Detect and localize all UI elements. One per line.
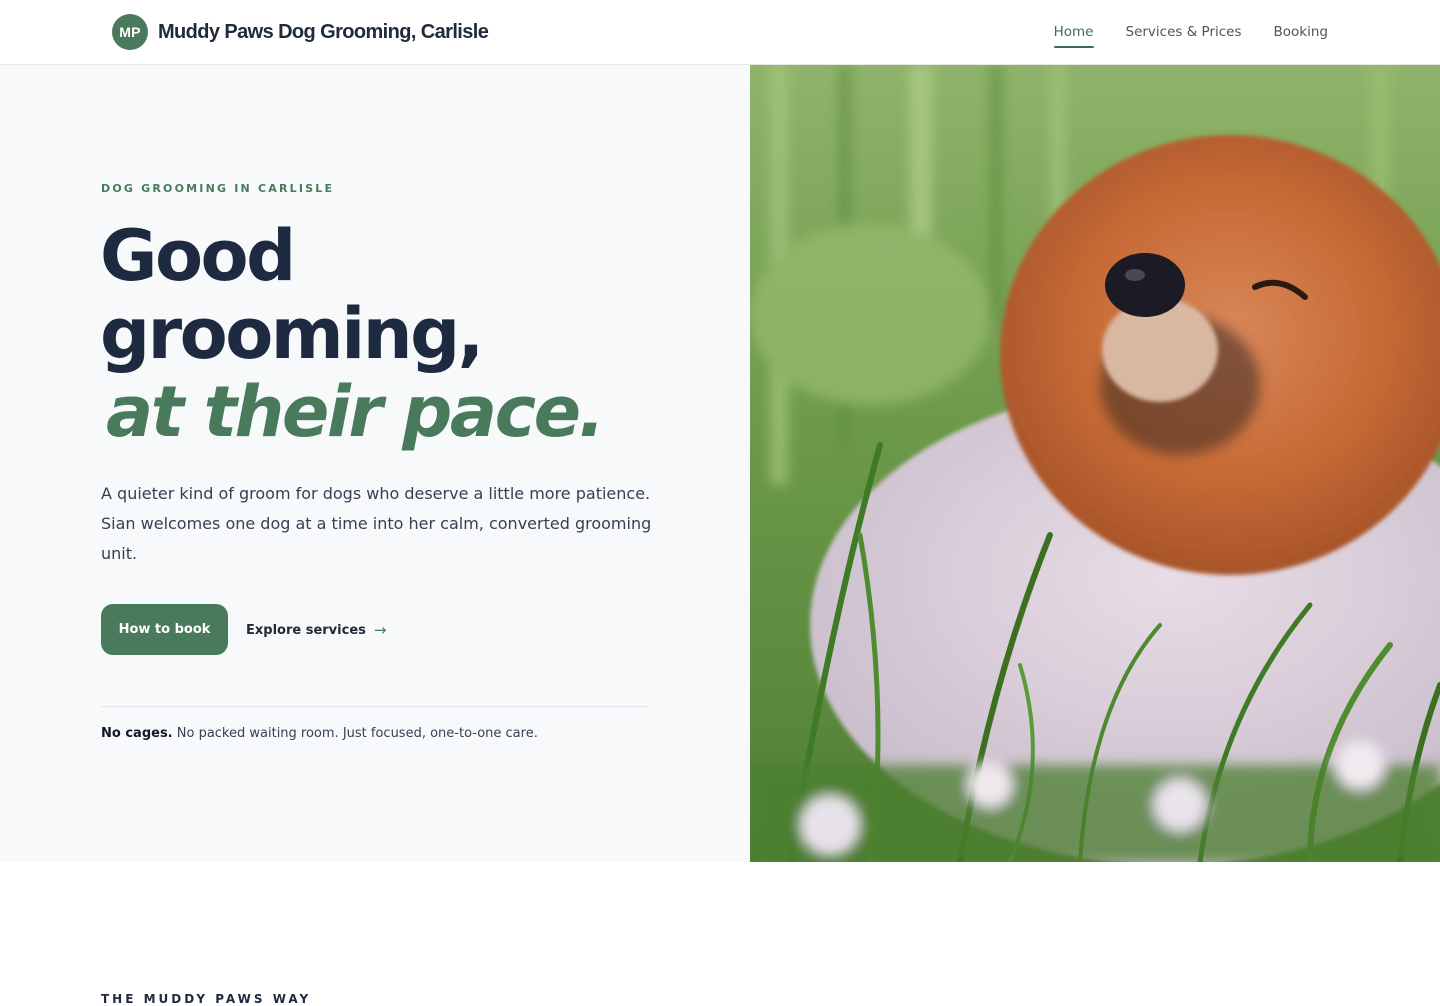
nav-home[interactable]: Home xyxy=(1053,18,1094,48)
hero-image xyxy=(750,65,1440,862)
logo-badge: MP xyxy=(112,14,148,50)
note-bold: No cages. xyxy=(101,726,173,741)
how-to-book-button[interactable]: How to book xyxy=(101,604,228,655)
brand-name: Muddy Paws Dog Grooming, Carlisle xyxy=(158,20,489,43)
hero-lead: A quieter kind of groom for dogs who des… xyxy=(101,484,652,563)
note-rest: No packed waiting room. Just focused, on… xyxy=(172,726,538,741)
hero-headline: Good grooming, at their pace. xyxy=(100,217,700,451)
headline-line-1: Good xyxy=(100,215,296,297)
pomeranian-dog-photo xyxy=(750,65,1440,862)
section-eyebrow: THE MUDDY PAWS WAY xyxy=(101,992,312,1006)
hero-note: No cages. No packed waiting room. Just f… xyxy=(101,726,538,741)
brand-home-link[interactable]: MP Muddy Paws Dog Grooming, Carlisle xyxy=(112,14,489,50)
headline-accent: at their pace. xyxy=(106,371,605,453)
nav-services-prices[interactable]: Services & Prices xyxy=(1126,18,1242,46)
main-nav: Home Services & Prices Booking xyxy=(1053,0,1328,64)
explore-services-label: Explore services xyxy=(246,622,366,638)
hero-eyebrow: DOG GROOMING IN CARLISLE xyxy=(101,182,335,195)
explore-services-link[interactable]: Explore services → xyxy=(246,620,386,640)
nav-booking[interactable]: Booking xyxy=(1274,18,1328,46)
hero-divider xyxy=(101,706,648,707)
headline-line-2: grooming, xyxy=(100,293,484,375)
arrow-right-icon: → xyxy=(373,621,387,639)
site-header: MP Muddy Paws Dog Grooming, Carlisle Hom… xyxy=(0,0,1440,65)
